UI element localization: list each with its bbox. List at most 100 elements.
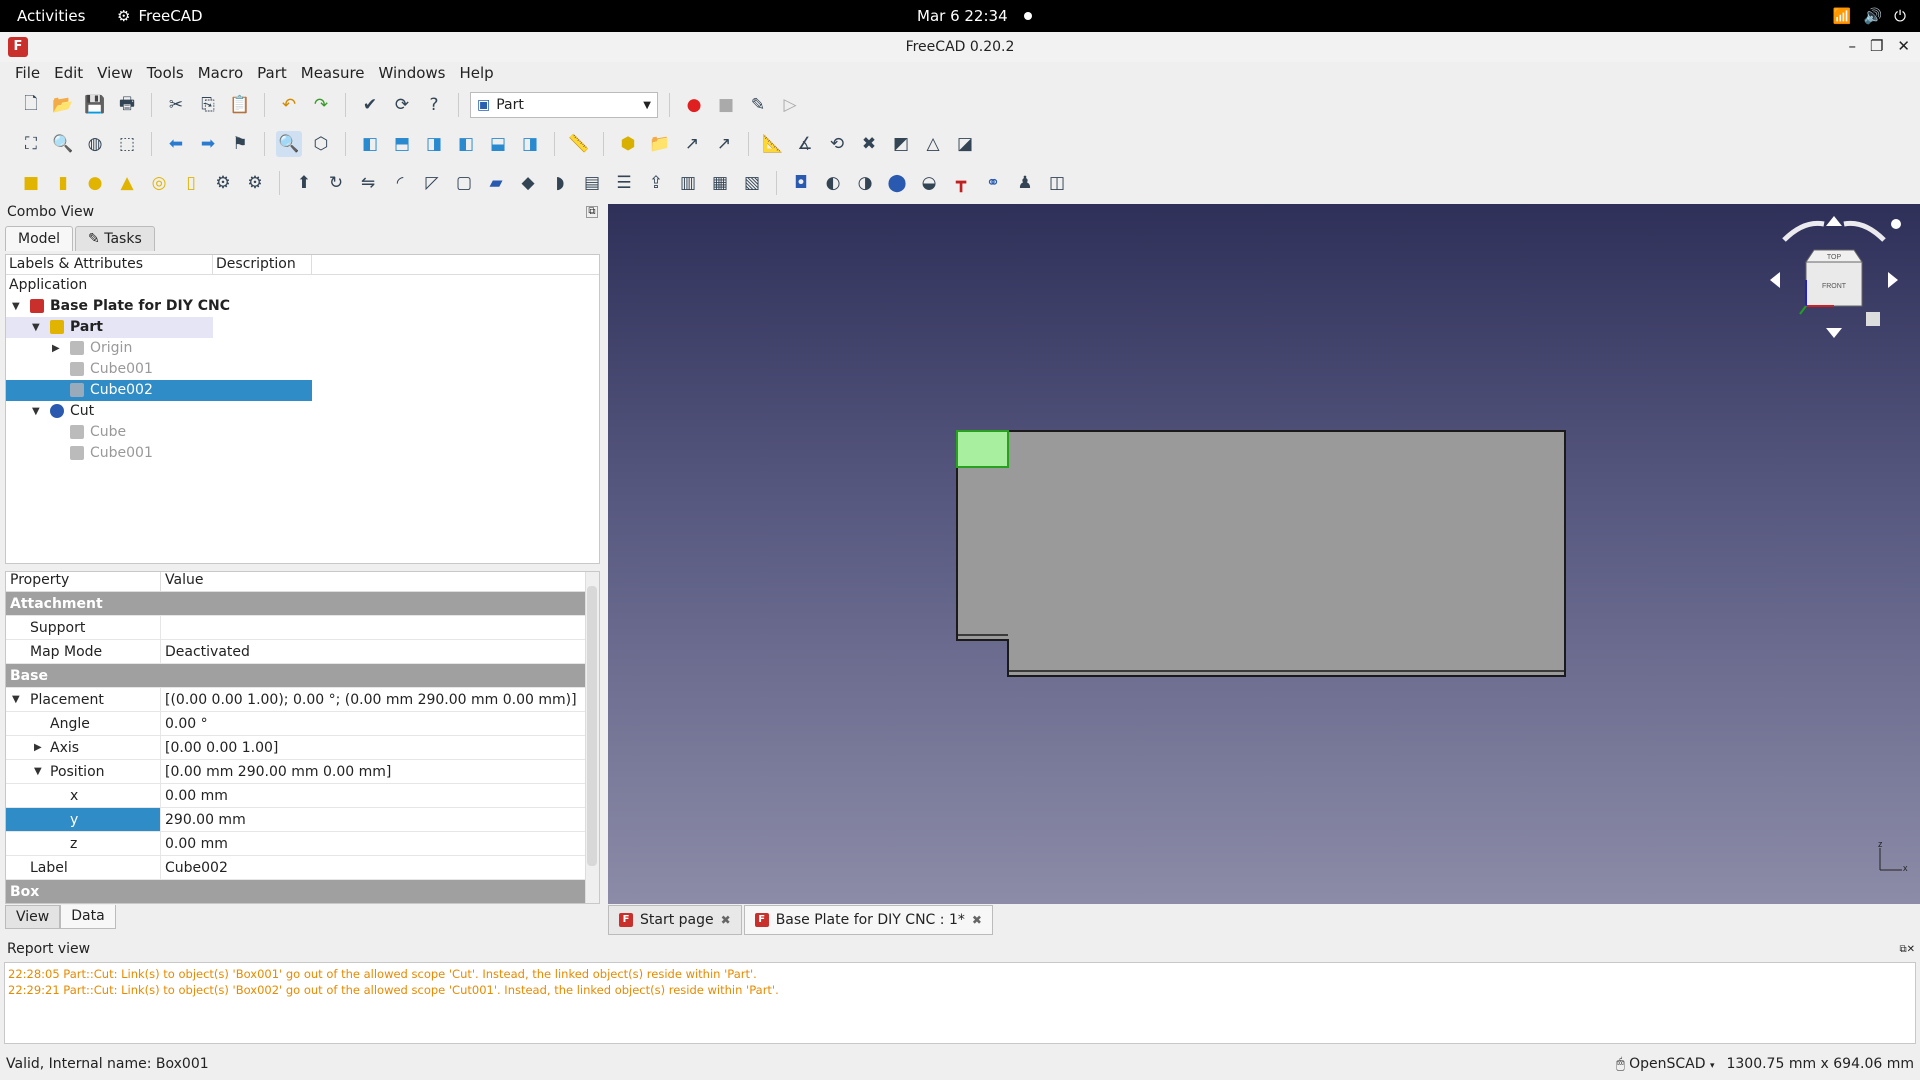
prop-value[interactable]: [(0.00 0.00 1.00); 0.00 °; (0.00 mm 290.… (161, 688, 599, 711)
workbench-selector[interactable]: ▣ Part ▼ (470, 92, 658, 118)
sync-view-icon[interactable]: ⚑ (227, 131, 253, 157)
prop-row-z[interactable]: z 0.00 mm (6, 832, 599, 856)
minimize-button[interactable]: – (1848, 37, 1856, 55)
sweep-icon[interactable]: ◗ (547, 170, 573, 196)
system-tray[interactable]: 📶 🔊 ⏻ (1833, 7, 1906, 25)
back-icon[interactable]: ⬅ (163, 131, 189, 157)
tab-model[interactable]: Model (5, 226, 74, 251)
compound-tools-icon[interactable]: ⚭ (980, 170, 1006, 196)
zoom-icon[interactable]: 🔍 (276, 131, 302, 157)
prop-row-y[interactable]: y 290.00 mm (6, 808, 599, 832)
clock[interactable]: Mar 6 22:34 (917, 7, 1008, 25)
report-log[interactable]: 22:28:05 Part::Cut: Link(s) to object(s)… (4, 962, 1916, 1044)
panel-float-button[interactable]: ⧉ (586, 206, 598, 218)
prop-col-property[interactable]: Property (6, 572, 161, 591)
prop-value[interactable]: [0.00 mm 290.00 mm 0.00 mm] (161, 760, 599, 783)
tube-icon[interactable]: ▯ (178, 170, 204, 196)
draw-style-icon[interactable]: ◍ (82, 131, 108, 157)
measure-angular-icon[interactable]: ∡ (792, 131, 818, 157)
prop-row-position[interactable]: ▼ Position [0.00 mm 290.00 mm 0.00 mm] (6, 760, 599, 784)
make-face-icon[interactable]: ▢ (451, 170, 477, 196)
close-tab-icon[interactable]: ✖ (721, 913, 731, 927)
sphere-icon[interactable]: ● (82, 170, 108, 196)
compound-icon[interactable]: ▧ (739, 170, 765, 196)
check-geometry-icon[interactable]: ♟ (1012, 170, 1038, 196)
create-group-icon[interactable]: 📁 (647, 131, 673, 157)
menu-view[interactable]: View (90, 62, 140, 86)
expand-arrow-icon[interactable]: ▶ (52, 338, 60, 359)
ruled-surface-icon[interactable]: ▰ (483, 170, 509, 196)
measure-distance-icon[interactable]: 📏 (566, 131, 592, 157)
measure-3d-icon[interactable]: ◪ (952, 131, 978, 157)
mirror-icon[interactable]: ⇋ (355, 170, 381, 196)
prop-value[interactable]: 0.00 mm (161, 784, 599, 807)
link-actions-icon[interactable]: ↗ (711, 131, 737, 157)
join-icon[interactable]: ┳ (948, 170, 974, 196)
copy-icon[interactable]: ⎘ (195, 92, 221, 118)
collapse-arrow-icon[interactable]: ▼ (34, 760, 42, 784)
measure-linear-icon[interactable]: 📐 (760, 131, 786, 157)
prop-value[interactable]: 0.00 mm (161, 832, 599, 855)
macro-edit-icon[interactable]: ✎ (745, 92, 771, 118)
top-view-icon[interactable]: ⬒ (389, 131, 415, 157)
macro-stop-icon[interactable]: ■ (713, 92, 739, 118)
left-view-icon[interactable]: ◨ (517, 131, 543, 157)
3d-viewport[interactable]: TOP FRONT z x (608, 204, 1920, 904)
menu-windows[interactable]: Windows (372, 62, 453, 86)
prop-value[interactable]: Deactivated (161, 640, 599, 663)
make-link-icon[interactable]: ↗ (679, 131, 705, 157)
paste-icon[interactable]: 📋 (227, 92, 253, 118)
prop-row-label[interactable]: Label Cube002 (6, 856, 599, 880)
scrollbar-thumb[interactable] (587, 586, 597, 866)
recompute-icon[interactable]: ⟳ (389, 92, 415, 118)
loft-icon[interactable]: ◆ (515, 170, 541, 196)
macro-record-icon[interactable]: ● (681, 92, 707, 118)
boolean-icon[interactable]: ◘ (788, 170, 814, 196)
menu-tools[interactable]: Tools (140, 62, 191, 86)
tree-item-cube001[interactable]: Cube001 (6, 359, 599, 380)
chamfer-icon[interactable]: ◸ (419, 170, 445, 196)
fillet-icon[interactable]: ◜ (387, 170, 413, 196)
measure-clear-icon[interactable]: ✖ (856, 131, 882, 157)
collapse-arrow-icon[interactable]: ▼ (32, 317, 40, 338)
section-icon[interactable]: ▤ (579, 170, 605, 196)
undo-icon[interactable]: ↶ (276, 92, 302, 118)
menu-macro[interactable]: Macro (191, 62, 250, 86)
app-menu[interactable]: ⚙ FreeCAD (117, 7, 203, 25)
menu-help[interactable]: Help (452, 62, 500, 86)
open-icon[interactable]: 📂 (50, 92, 76, 118)
measure-toggle-icon[interactable]: ◩ (888, 131, 914, 157)
cut-boolean-icon[interactable]: ◐ (820, 170, 846, 196)
right-view-icon[interactable]: ◨ (421, 131, 447, 157)
create-part-icon[interactable]: ⬢ (615, 131, 641, 157)
prop-row-axis[interactable]: ▶ Axis [0.00 0.00 1.00] (6, 736, 599, 760)
prop-group-base[interactable]: Base (6, 664, 599, 688)
fit-selection-icon[interactable]: 🔍 (50, 131, 76, 157)
menu-file[interactable]: File (8, 62, 47, 86)
offset-icon[interactable]: ⇪ (643, 170, 669, 196)
menu-measure[interactable]: Measure (294, 62, 372, 86)
fit-all-icon[interactable]: ⛶ (18, 131, 44, 157)
cylinder-icon[interactable]: ▮ (50, 170, 76, 196)
menu-edit[interactable]: Edit (47, 62, 90, 86)
prop-value[interactable]: 0.00 ° (161, 712, 599, 735)
isometric-view-icon[interactable]: ⬡ (308, 131, 334, 157)
split-icon[interactable]: ◒ (916, 170, 942, 196)
tree-col-description[interactable]: Description (213, 255, 312, 274)
tab-tasks[interactable]: ✎ Tasks (75, 226, 155, 251)
macro-execute-icon[interactable]: ▷ (777, 92, 803, 118)
tree-item-cube002[interactable]: Cube002 (6, 380, 312, 401)
cross-sections-icon[interactable]: ☰ (611, 170, 637, 196)
maximize-button[interactable]: ❐ (1870, 37, 1883, 55)
measure-delta-icon[interactable]: △ (920, 131, 946, 157)
tab-start-page[interactable]: F Start page ✖ (608, 905, 742, 935)
revolve-icon[interactable]: ↻ (323, 170, 349, 196)
prop-row-map-mode[interactable]: Map Mode Deactivated (6, 640, 599, 664)
tree-item-part[interactable]: ▼ Part (6, 317, 213, 338)
primitives-icon[interactable]: ⚙ (210, 170, 236, 196)
bottom-view-icon[interactable]: ⬓ (485, 131, 511, 157)
activities-button[interactable]: Activities (17, 7, 85, 25)
panel-float-close-buttons[interactable]: ⧉✕ (1899, 944, 1915, 955)
tree-item-cut[interactable]: ▼ Cut (6, 401, 599, 422)
collapse-arrow-icon[interactable]: ▼ (12, 296, 20, 317)
